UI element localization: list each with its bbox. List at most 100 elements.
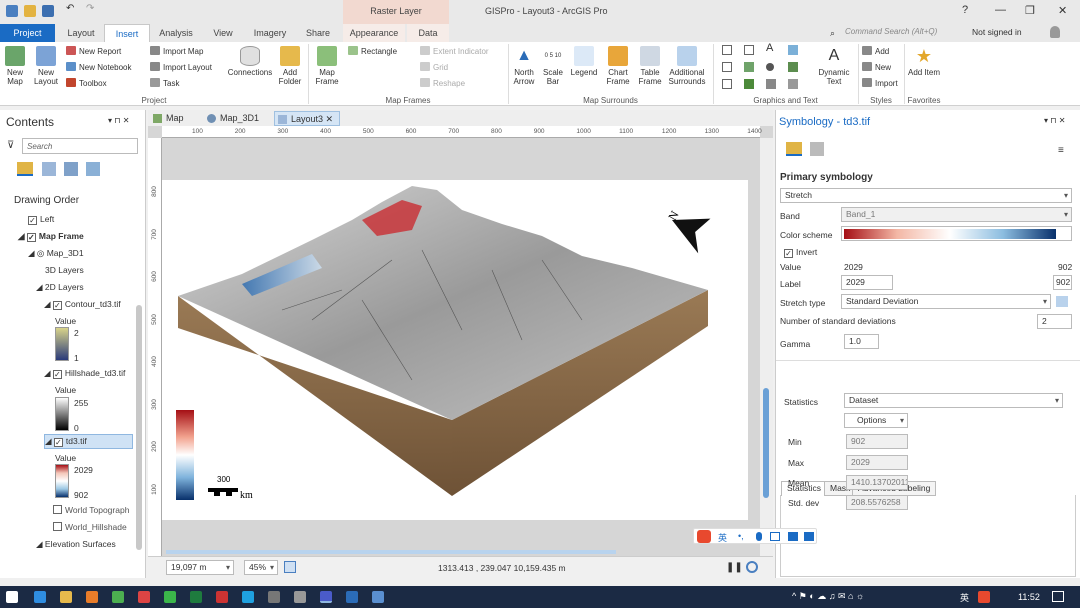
table-frame-button[interactable]: Table Frame xyxy=(636,46,664,86)
pause-icon[interactable]: ❚❚ xyxy=(726,562,743,573)
layout-legend-ramp[interactable] xyxy=(176,410,194,500)
signin-status[interactable]: Not signed in xyxy=(972,27,1022,37)
line-icon[interactable] xyxy=(722,79,732,89)
tab-insert[interactable]: Insert xyxy=(104,24,150,42)
new-notebook-button[interactable]: New Notebook xyxy=(66,62,131,74)
undo-icon[interactable]: ↶ xyxy=(66,3,78,15)
tab-map[interactable]: Map xyxy=(150,111,200,126)
options-button[interactable]: Options xyxy=(844,413,908,428)
open-project-icon[interactable] xyxy=(24,5,36,17)
band-dropdown[interactable]: Band_1 xyxy=(841,207,1072,222)
minimize-icon[interactable]: — xyxy=(995,4,1006,16)
contents-scrollbar[interactable] xyxy=(136,305,142,550)
explorer-icon[interactable] xyxy=(60,591,72,603)
tree-item-contour[interactable]: ◢ ✓ Contour_td3.tif xyxy=(44,299,121,310)
scale-bar[interactable] xyxy=(208,488,238,492)
renderer-dropdown[interactable]: Stretch xyxy=(780,188,1072,203)
toolbox-icon[interactable] xyxy=(804,532,814,541)
drawing-order-icon[interactable] xyxy=(17,162,33,176)
dynamic-text-button[interactable]: A Dynamic Text xyxy=(814,46,854,86)
contents-search-input[interactable]: Search xyxy=(22,138,138,154)
app-icon[interactable] xyxy=(138,591,150,603)
app-icon[interactable] xyxy=(268,591,280,603)
layout-view[interactable]: 100 200 300 400 500 600 700 800 900 1000 1100 1200 1… xyxy=(148,126,773,556)
primary-symbology-icon[interactable] xyxy=(786,142,802,156)
tree-item-elevation[interactable]: ◢ Elevation Surfaces xyxy=(36,539,116,550)
new-report-button[interactable]: New Report xyxy=(66,46,121,58)
scale-field[interactable]: 19,097 m xyxy=(166,560,234,575)
tree-item-world-topo[interactable]: World Topograph xyxy=(53,505,129,515)
north-arrow-button[interactable]: ▲ North Arrow xyxy=(510,46,538,86)
tab-appearance[interactable]: Appearance xyxy=(343,24,405,42)
reshape-button[interactable]: Reshape xyxy=(420,78,465,90)
menu-icon[interactable]: ≡ xyxy=(1058,145,1064,156)
tab-layout3[interactable]: Layout3 ✕ xyxy=(274,111,340,126)
filter-icon[interactable]: ⊽ xyxy=(7,140,14,151)
rectangle-button[interactable]: Rectangle xyxy=(348,46,397,58)
scroll-thumb[interactable] xyxy=(763,388,769,498)
north-arrow[interactable] xyxy=(672,203,722,256)
checkbox[interactable] xyxy=(53,522,62,531)
tray-ime-indicator[interactable]: 英 xyxy=(960,591,969,604)
close-tab-icon[interactable]: ✕ xyxy=(326,114,334,124)
stretch-type-dropdown[interactable]: Standard Deviation xyxy=(841,294,1051,309)
search-icon[interactable] xyxy=(86,591,98,603)
invert-checkbox[interactable]: ✓ Invert xyxy=(784,247,817,258)
fixed-zoom-icon[interactable] xyxy=(284,561,296,573)
checkbox[interactable]: ✓ xyxy=(52,370,62,379)
polygon-fill-icon[interactable] xyxy=(744,62,754,72)
import-map-button[interactable]: Import Map xyxy=(150,46,203,58)
selection-icon[interactable] xyxy=(64,162,78,176)
checkbox[interactable]: ✓ xyxy=(53,438,63,447)
add-style-button[interactable]: Add xyxy=(862,46,889,58)
zoom-field[interactable]: 45% xyxy=(244,560,278,575)
tab-share[interactable]: Share xyxy=(298,24,338,42)
picture-icon[interactable] xyxy=(788,62,798,72)
extent-indicator-button[interactable]: Extent Indicator xyxy=(420,46,489,58)
tab-layout[interactable]: Layout xyxy=(60,24,102,42)
tree-item-hillshade[interactable]: ◢ ✓ Hillshade_td3.tif xyxy=(44,368,125,379)
keyboard-icon[interactable] xyxy=(770,532,780,541)
tab-map-3d1[interactable]: Map_3D1 xyxy=(204,111,270,126)
notifications-icon[interactable] xyxy=(1052,591,1064,602)
ime-toolbar[interactable]: 英 •, xyxy=(693,528,817,544)
label-low-input[interactable]: 902 xyxy=(1053,275,1072,290)
tree-item-left[interactable]: ✓ Left xyxy=(28,214,54,225)
histogram-icon[interactable] xyxy=(1056,296,1068,307)
tree-item-3d-layers[interactable]: 3D Layers xyxy=(45,265,84,275)
freehand-icon[interactable] xyxy=(788,79,798,89)
legend-button[interactable]: Legend xyxy=(568,46,600,77)
app-icon[interactable] xyxy=(372,591,384,603)
help-button[interactable]: ? xyxy=(962,4,968,16)
new-layout-button[interactable]: New Layout xyxy=(31,46,61,86)
gamma-input[interactable]: 1.0 xyxy=(844,334,879,349)
tab-analysis[interactable]: Analysis xyxy=(152,24,200,42)
maximize-icon[interactable]: ❐ xyxy=(1025,4,1035,17)
polygon-icon[interactable] xyxy=(744,45,754,55)
image-icon[interactable] xyxy=(788,45,798,55)
tab-imagery[interactable]: Imagery xyxy=(248,24,292,42)
task-button[interactable]: Task xyxy=(150,78,179,90)
map-frame-3d[interactable]: N 300 km xyxy=(162,180,748,520)
excel-icon[interactable] xyxy=(190,591,202,603)
chrome-icon[interactable] xyxy=(112,591,124,603)
new-map-button[interactable]: New Map xyxy=(3,46,27,86)
tab-view[interactable]: View xyxy=(204,24,242,42)
additional-surrounds-button[interactable]: Additional Surrounds xyxy=(665,46,709,86)
command-search-input[interactable]: Command Search (Alt+Q) xyxy=(845,27,981,40)
tree-item-world-hillshade[interactable]: World_Hillshade xyxy=(53,522,127,532)
point-icon[interactable] xyxy=(766,63,774,71)
tray-icons[interactable]: ^ ⚑ ◐ ☁ ♫ ✉ ⌂ ☼ xyxy=(792,591,864,602)
checkbox[interactable]: ✓ xyxy=(26,233,36,242)
arcgis-pro-icon[interactable] xyxy=(320,591,332,603)
tree-item-td3[interactable]: ◢ ✓ td3.tif xyxy=(44,434,133,449)
ime-punctuation-icon[interactable]: •, xyxy=(738,531,744,541)
ime-tray-icon[interactable] xyxy=(978,591,990,603)
add-folder-button[interactable]: Add Folder xyxy=(276,46,304,86)
checkbox[interactable]: ✓ xyxy=(52,301,62,310)
save-icon[interactable] xyxy=(42,5,54,17)
circle-icon[interactable] xyxy=(766,79,776,89)
editing-icon[interactable] xyxy=(86,162,100,176)
map-frame-button[interactable]: Map Frame xyxy=(312,46,342,86)
checkbox[interactable]: ✓ xyxy=(784,249,793,258)
